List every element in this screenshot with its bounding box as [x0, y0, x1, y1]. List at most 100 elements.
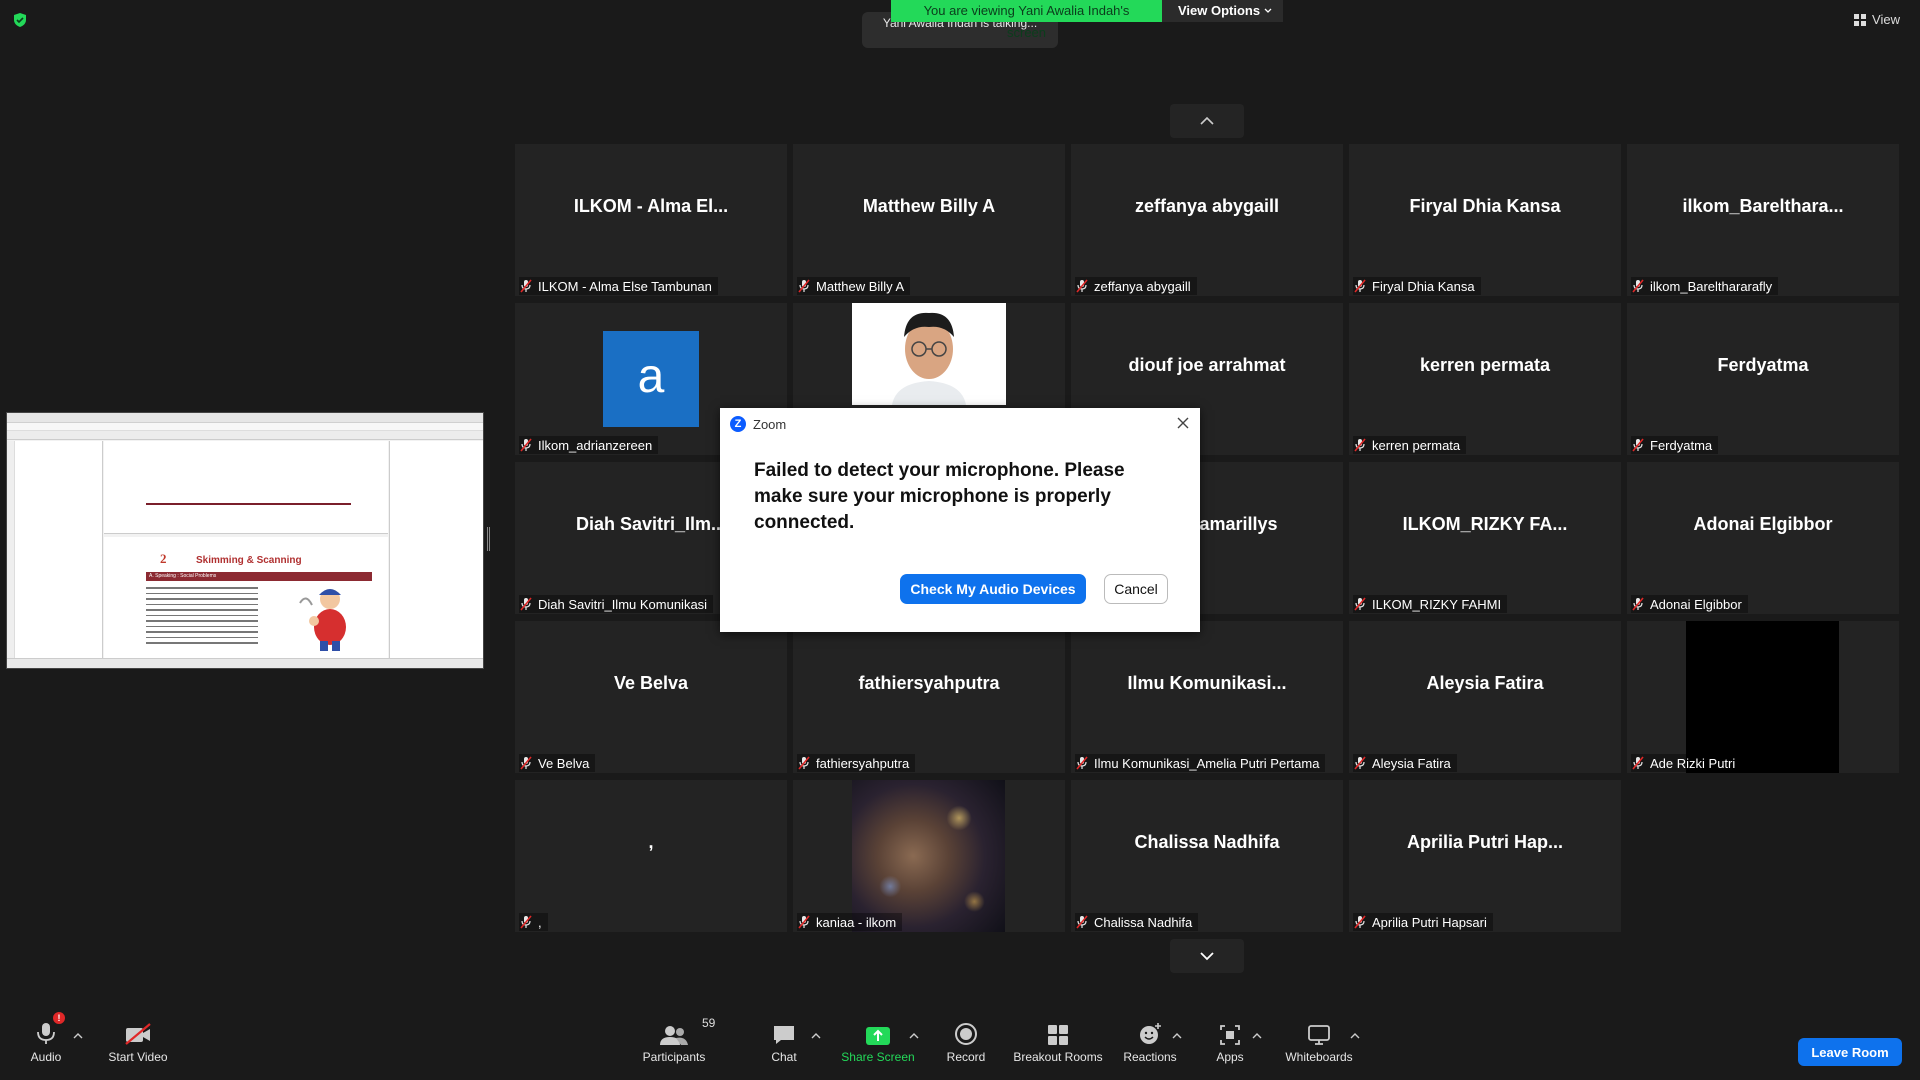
close-icon[interactable]	[1174, 414, 1192, 432]
participant-tile[interactable]: fathiersyahputra fathiersyahputra	[793, 621, 1065, 773]
participant-name-label: kerren permata	[1353, 436, 1467, 454]
participant-name-label: zeffanya abygaill	[1075, 277, 1197, 295]
breakout-rooms-label: Breakout Rooms	[1013, 1050, 1103, 1064]
participants-icon	[660, 1026, 688, 1045]
participant-tile[interactable]: Ilmu Komunikasi... Ilmu Komunikasi_Amelia…	[1071, 621, 1343, 773]
participant-name-label: Matthew Billy A	[797, 277, 911, 295]
cancel-button[interactable]: Cancel	[1104, 574, 1168, 604]
meeting-toolbar: ! Audio Start Video 59 Participants Chat…	[0, 1012, 1920, 1080]
apps-options-caret-icon[interactable]	[1252, 1032, 1262, 1040]
muted-mic-icon	[1354, 597, 1366, 611]
audio-options-caret-icon[interactable]	[73, 1032, 83, 1040]
participant-name-label: Ade Rizki Putri	[1631, 754, 1742, 772]
check-audio-devices-button[interactable]: Check My Audio Devices	[900, 574, 1086, 604]
share-screen-button[interactable]: Share Screen	[838, 1016, 918, 1064]
participant-name-label: Aprilia Putri Hapsari	[1353, 913, 1493, 931]
participant-label-text: Ve Belva	[538, 755, 590, 771]
participant-display-name: ,	[648, 832, 654, 852]
muted-mic-icon	[1354, 279, 1366, 293]
shared-window-tabbar	[7, 431, 483, 440]
participant-tile[interactable]: Chalissa Nadhifa Chalissa Nadhifa	[1071, 780, 1343, 932]
participant-name-label: Ve Belva	[519, 754, 596, 772]
share-screen-icon	[866, 1027, 890, 1045]
participants-button[interactable]: 59 Participants	[638, 1016, 716, 1064]
participant-label-text: ILKOM - Alma Else Tambunan	[538, 278, 712, 294]
view-button[interactable]: View	[1854, 12, 1900, 27]
whiteboards-options-caret-icon[interactable]	[1350, 1032, 1360, 1040]
share-options-caret-icon[interactable]	[909, 1032, 919, 1040]
participant-tile[interactable]: ,,	[515, 780, 787, 932]
participant-tile[interactable]: Ve Belva Ve Belva	[515, 621, 787, 773]
apps-icon	[1220, 1025, 1240, 1045]
whiteboards-label: Whiteboards	[1285, 1050, 1353, 1064]
leave-room-button[interactable]: Leave Room	[1798, 1038, 1902, 1066]
participant-display-name: Adonai Elgibbor	[1693, 514, 1833, 534]
participant-name-label: Firyal Dhia Kansa	[1353, 277, 1481, 295]
muted-mic-icon	[798, 756, 810, 770]
participant-display-name: ILKOM_RIZKY FA...	[1402, 514, 1568, 534]
participant-display-name: diouf joe arrahmat	[1128, 355, 1286, 375]
reactions-options-caret-icon[interactable]	[1172, 1032, 1182, 1040]
breakout-rooms-button[interactable]: Breakout Rooms	[1013, 1016, 1103, 1064]
participant-tile[interactable]: ILKOM_RIZKY FA... ILKOM_RIZKY FAHMI	[1349, 462, 1621, 614]
muted-mic-icon	[520, 597, 532, 611]
whiteboard-icon	[1308, 1025, 1330, 1045]
record-icon	[955, 1023, 977, 1045]
section-bar: A. Speaking : Social Problems	[146, 572, 372, 581]
shared-screen-view[interactable]: 2 Skimming & Scanning A. Speaking : Soci…	[6, 412, 484, 669]
participant-label-text: Matthew Billy A	[816, 278, 905, 294]
microphone-icon	[37, 1023, 55, 1044]
muted-mic-icon	[520, 438, 532, 452]
muted-mic-icon	[520, 915, 532, 929]
participant-tile[interactable]: Aleysia Fatira Aleysia Fatira	[1349, 621, 1621, 773]
view-options-button[interactable]: View Options	[1162, 0, 1283, 22]
participant-name-label: kaniaa - ilkom	[797, 913, 903, 931]
participant-display-name: ILKOM - Alma El...	[573, 196, 729, 216]
participant-tile[interactable]: kerren permata kerren permata	[1349, 303, 1621, 455]
participant-name-label: ILKOM_RIZKY FAHMI	[1353, 595, 1508, 613]
participant-name-label: fathiersyahputra	[797, 754, 916, 772]
apps-button[interactable]: Apps	[1210, 1016, 1250, 1064]
participant-label-text: Ferdyatma	[1650, 437, 1713, 453]
zoom-logo-icon: Z	[730, 416, 746, 432]
view-options-label: View Options	[1178, 3, 1261, 18]
gallery-prev-button[interactable]	[1170, 104, 1244, 138]
participant-tile[interactable]: kaniaa - ilkom	[793, 780, 1065, 932]
audio-label: Audio	[30, 1050, 62, 1064]
chat-button[interactable]: Chat	[762, 1016, 806, 1064]
participant-tile[interactable]: Ferdyatma Ferdyatma	[1627, 303, 1899, 455]
participant-tile[interactable]: Aprilia Putri Hap... Aprilia Putri Hapsar…	[1349, 780, 1621, 932]
participant-tile[interactable]: Ade Rizki Putri	[1627, 621, 1899, 773]
participant-tile[interactable]: Matthew Billy A Matthew Billy A	[793, 144, 1065, 296]
participant-name-label: ,	[519, 913, 548, 931]
reactions-icon	[1140, 1023, 1161, 1044]
audio-button[interactable]: ! Audio	[22, 1012, 70, 1064]
participant-display-name: Ferdyatma	[1717, 355, 1809, 375]
security-shield-icon[interactable]	[12, 12, 28, 28]
avatar: a	[603, 331, 699, 427]
muted-mic-icon	[1632, 756, 1644, 770]
record-button[interactable]: Record	[944, 1016, 988, 1064]
reactions-button[interactable]: Reactions	[1123, 1016, 1177, 1064]
participant-tile[interactable]: Adonai Elgibbor Adonai Elgibbor	[1627, 462, 1899, 614]
shared-window-menubar	[7, 423, 483, 431]
gallery-next-button[interactable]	[1170, 939, 1244, 973]
paragraph-text	[146, 587, 258, 647]
whiteboards-button[interactable]: Whiteboards	[1282, 1016, 1356, 1064]
participant-label-text: zeffanya abygaill	[1094, 278, 1191, 294]
participant-display-name: Ilmu Komunikasi...	[1127, 673, 1287, 693]
participant-display-name: Firyal Dhia Kansa	[1409, 196, 1561, 216]
share-screen-label: Share Screen	[841, 1050, 915, 1064]
start-video-button[interactable]: Start Video	[102, 1016, 174, 1064]
participant-tile[interactable]: ILKOM - Alma El... ILKOM - Alma Else Tamb…	[515, 144, 787, 296]
participants-label: Participants	[642, 1050, 706, 1064]
participant-tile[interactable]: ilkom_Barelthara... ilkom_Barelthararafly	[1627, 144, 1899, 296]
muted-mic-icon	[1354, 756, 1366, 770]
split-resize-handle[interactable]	[487, 527, 490, 551]
chat-options-caret-icon[interactable]	[811, 1032, 821, 1040]
muted-mic-icon	[1076, 756, 1088, 770]
participant-tile[interactable]: Firyal Dhia Kansa Firyal Dhia Kansa	[1349, 144, 1621, 296]
muted-mic-icon	[1354, 915, 1366, 929]
participant-tile[interactable]: zeffanya abygaill zeffanya abygaill	[1071, 144, 1343, 296]
participant-label-text: Ilmu Komunikasi_Amelia Putri Pertama	[1094, 755, 1320, 771]
